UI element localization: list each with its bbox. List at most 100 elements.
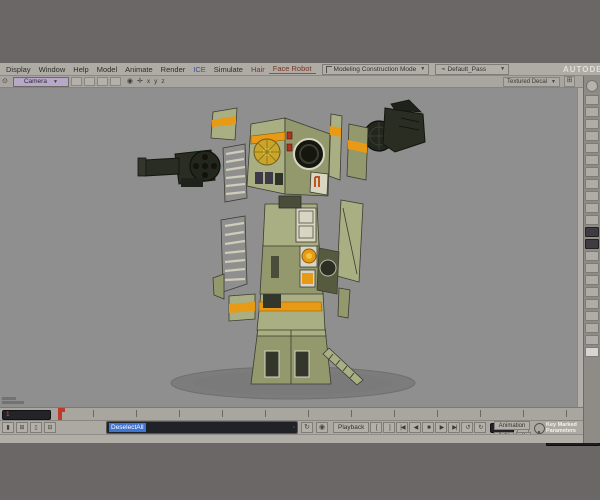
menu-animate[interactable]: Animate bbox=[121, 65, 157, 74]
stop-button[interactable]: ■ bbox=[422, 422, 435, 433]
construction-mode-dropdown[interactable]: Modeling Construction Mode ▼ bbox=[321, 63, 430, 75]
right-weapon bbox=[363, 99, 426, 153]
frame-out-button[interactable]: ] bbox=[383, 422, 396, 433]
mech-mid-torso bbox=[259, 243, 324, 295]
play-backward-button[interactable]: ◀ bbox=[409, 422, 422, 433]
memo-cam-button-1[interactable] bbox=[70, 77, 82, 86]
memo-cam-button-4[interactable] bbox=[109, 77, 121, 86]
timeline[interactable]: 1 bbox=[0, 407, 600, 420]
chevron-down-icon: ▼ bbox=[52, 78, 58, 85]
menu-help[interactable]: Help bbox=[69, 65, 92, 74]
timeline-ticks bbox=[50, 410, 598, 417]
right-panel-button[interactable] bbox=[585, 131, 599, 141]
right-panel-button[interactable] bbox=[585, 167, 599, 177]
chevron-down-icon: ▼ bbox=[420, 66, 426, 72]
memo-cam-button-3[interactable] bbox=[96, 77, 108, 86]
axis-x-toggle[interactable]: x bbox=[147, 78, 150, 85]
viewport-layout-icon[interactable]: ⊞ bbox=[564, 76, 575, 87]
construction-mode-icon bbox=[325, 65, 332, 73]
menu-model[interactable]: Model bbox=[93, 65, 121, 74]
right-panel-button[interactable] bbox=[585, 215, 599, 225]
menu-ice[interactable]: ICE bbox=[189, 65, 210, 74]
menu-simulate[interactable]: Simulate bbox=[210, 65, 247, 74]
right-panel-button[interactable] bbox=[585, 287, 599, 297]
menu-bar: Display Window Help Model Animate Render… bbox=[0, 63, 600, 76]
left-gun-turret bbox=[137, 148, 225, 187]
right-panel-button[interactable] bbox=[585, 179, 599, 189]
right-panel-button[interactable] bbox=[585, 335, 599, 345]
right-panel-button[interactable] bbox=[585, 143, 599, 153]
animation-menu-button[interactable]: Animation bbox=[494, 421, 530, 430]
right-panel-button[interactable] bbox=[585, 323, 599, 333]
chevron-down-icon: ▼ bbox=[500, 66, 506, 72]
repeat-button[interactable]: ↻ bbox=[474, 422, 487, 433]
right-panel-button[interactable] bbox=[585, 227, 599, 237]
menu-hair[interactable]: Hair bbox=[247, 65, 269, 74]
right-panel-button[interactable] bbox=[585, 347, 599, 357]
menu-window[interactable]: Window bbox=[35, 65, 70, 74]
mech-base bbox=[250, 327, 332, 385]
chevron-down-icon: ▼ bbox=[551, 78, 556, 85]
render-pass-dropdown[interactable]: ⌁ Default_Pass ▼ bbox=[435, 63, 510, 75]
keyframe-key-icon[interactable] bbox=[534, 423, 545, 439]
camera-menu-icon[interactable]: ⊙ bbox=[2, 78, 8, 85]
mech-model bbox=[137, 99, 426, 400]
playback-menu-button[interactable]: Playback bbox=[333, 422, 370, 433]
command-line-dot-icon: ◦ bbox=[292, 424, 295, 431]
screenshot-stage: Display Window Help Model Animate Render… bbox=[0, 0, 600, 500]
layout-vert-button[interactable]: ▯ bbox=[30, 422, 42, 433]
memo-cam-button-2[interactable] bbox=[83, 77, 95, 86]
right-panel-button[interactable] bbox=[585, 263, 599, 273]
application-window: Display Window Help Model Animate Render… bbox=[0, 63, 600, 446]
loop-button[interactable]: ↺ bbox=[461, 422, 474, 433]
right-panel bbox=[583, 76, 600, 443]
3d-viewport[interactable] bbox=[0, 88, 583, 407]
right-panel-button[interactable] bbox=[585, 311, 599, 321]
viewport-header: ⊙ Camera ▼ ◉ ✛ x y z Textured Decal ▼ ⊞ bbox=[0, 76, 583, 88]
pass-icon: ⌁ bbox=[441, 65, 446, 73]
right-panel-button[interactable] bbox=[585, 299, 599, 309]
autodesk-brand-text: AUTODESK bbox=[563, 65, 600, 74]
right-panel-button[interactable] bbox=[585, 251, 599, 261]
status-bar bbox=[0, 434, 600, 443]
hud-text bbox=[2, 396, 24, 404]
menu-face-robot[interactable]: Face Robot bbox=[268, 64, 316, 74]
display-mode-label: Textured Decal bbox=[507, 78, 548, 85]
playhead[interactable] bbox=[58, 408, 65, 420]
show-eye-icon[interactable]: ◉ bbox=[127, 78, 133, 85]
layout-single-button[interactable]: ▮ bbox=[2, 422, 14, 433]
current-frame-display[interactable]: 1 bbox=[2, 410, 51, 420]
right-panel-button[interactable] bbox=[585, 239, 599, 249]
axis-y-toggle[interactable]: y bbox=[154, 78, 157, 85]
right-panel-button[interactable] bbox=[585, 155, 599, 165]
mech-lower-torso bbox=[256, 291, 326, 331]
right-panel-button[interactable] bbox=[585, 95, 599, 105]
camera-select-label: Camera bbox=[23, 78, 47, 85]
axis-z-toggle[interactable]: z bbox=[161, 78, 164, 85]
right-panel-button[interactable] bbox=[585, 191, 599, 201]
layout-quad-button[interactable]: ⊞ bbox=[16, 422, 28, 433]
right-panel-button[interactable] bbox=[585, 119, 599, 129]
mech-head bbox=[246, 117, 331, 197]
render-pass-label: Default_Pass bbox=[447, 65, 487, 73]
mech-chest bbox=[262, 195, 320, 247]
layout-mixed-button[interactable]: ⊟ bbox=[44, 422, 56, 433]
right-panel-knob[interactable] bbox=[586, 80, 598, 92]
camera-select[interactable]: Camera ▼ bbox=[12, 76, 69, 87]
script-command-line[interactable]: DeselectAll ◦ bbox=[106, 421, 298, 434]
last-frame-button[interactable]: ▶| bbox=[448, 422, 461, 433]
transform-icon[interactable]: ✛ bbox=[137, 78, 143, 85]
display-mode-dropdown[interactable]: Textured Decal ▼ bbox=[503, 76, 560, 87]
last-command-text: DeselectAll bbox=[109, 423, 146, 432]
menu-render[interactable]: Render bbox=[157, 65, 190, 74]
play-button[interactable]: ▶ bbox=[435, 422, 448, 433]
flipbook-capture-icon[interactable]: ◉ bbox=[316, 422, 328, 433]
menu-display[interactable]: Display bbox=[2, 65, 35, 74]
first-frame-button[interactable]: |◀ bbox=[396, 422, 409, 433]
frame-in-button[interactable]: [ bbox=[370, 422, 383, 433]
construction-mode-label: Modeling Construction Mode bbox=[333, 65, 417, 73]
right-panel-button[interactable] bbox=[585, 275, 599, 285]
right-panel-button[interactable] bbox=[585, 107, 599, 117]
right-panel-button[interactable] bbox=[585, 203, 599, 213]
script-refresh-icon[interactable]: ↻ bbox=[301, 422, 313, 433]
